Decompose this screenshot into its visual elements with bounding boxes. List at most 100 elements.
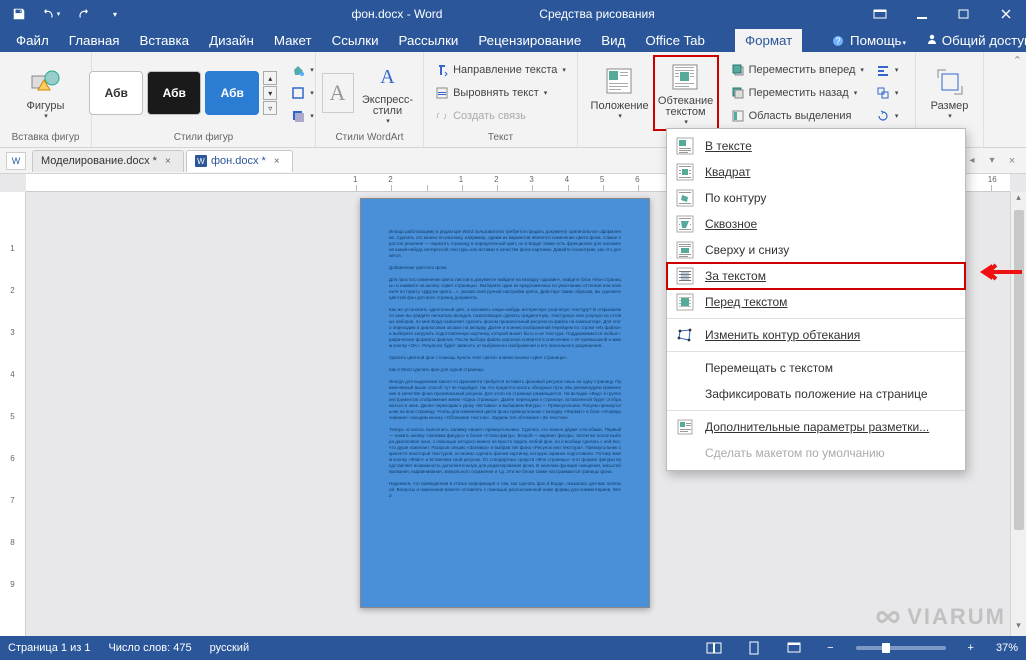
zoom-out-button[interactable]: − — [823, 642, 837, 654]
size-label: Размер — [931, 100, 969, 112]
tab-review[interactable]: Рецензирование — [468, 29, 591, 52]
contextual-title: Средства рисования — [517, 7, 677, 21]
group-button[interactable]: ▾ — [872, 82, 903, 104]
gallery-expand[interactable]: ▿ — [263, 101, 277, 115]
menu-behind-label: За текстом — [705, 269, 766, 283]
bring-forward-button[interactable]: Переместить вперед▾ — [727, 59, 868, 81]
maximize-button[interactable] — [944, 0, 984, 28]
menu-move-with-label: Перемещать с текстом — [705, 361, 945, 375]
shape-styles-gallery[interactable]: Абв Абв Абв ▴ ▾ ▿ — [89, 71, 277, 115]
shape-style-1[interactable]: Абв — [89, 71, 143, 115]
status-words[interactable]: Число слов: 475 — [108, 642, 191, 654]
front-icon — [675, 292, 695, 312]
document-tab-2-label: фон.docx * — [211, 155, 266, 167]
create-link-button[interactable]: Создать связь — [431, 105, 570, 127]
scroll-down-button[interactable]: ▾ — [1016, 620, 1021, 636]
zoom-value[interactable]: 37% — [996, 642, 1018, 654]
view-print-button[interactable] — [743, 639, 765, 657]
blank-icon-2 — [675, 443, 695, 463]
menu-item-move-with-text[interactable]: Перемещать с текстом — [667, 355, 965, 381]
menu-front-label: Перед текстом — [705, 295, 787, 309]
status-lang[interactable]: русский — [210, 642, 249, 654]
align-text-button[interactable]: Выровнять текст▾ — [431, 82, 570, 104]
tab-layout[interactable]: Макет — [264, 29, 322, 52]
menu-item-fix-position[interactable]: Зафиксировать положение на странице — [667, 381, 965, 407]
menu-item-square[interactable]: Квадрат — [667, 159, 965, 185]
position-button[interactable]: Положение▾ — [591, 58, 649, 128]
shape-outline-button[interactable]: ▾ — [287, 82, 318, 104]
vertical-scrollbar[interactable]: ▴ ▾ — [1010, 192, 1026, 636]
doctabs-prev[interactable]: ◂ — [964, 153, 980, 169]
doctabs-menu[interactable]: ▾ — [984, 153, 1000, 169]
selection-pane-button[interactable]: Область выделения — [727, 105, 868, 127]
close-button[interactable] — [986, 0, 1026, 28]
view-read-button[interactable] — [703, 639, 725, 657]
scroll-thumb[interactable] — [1014, 210, 1024, 530]
wrap-text-highlight: Обтекание текстом▾ — [653, 55, 719, 131]
zoom-slider[interactable] — [856, 646, 946, 650]
shape-effects-button[interactable]: ▾ — [287, 105, 318, 127]
share-label: Общий доступ — [942, 33, 1026, 48]
send-backward-button[interactable]: Переместить назад▾ — [727, 82, 868, 104]
shape-style-3[interactable]: Абв — [205, 71, 259, 115]
align-button[interactable]: ▾ — [872, 59, 903, 81]
wrap-text-button[interactable]: Обтекание текстом▾ — [657, 59, 715, 129]
menu-item-topbottom[interactable]: Сверху и снизу — [667, 237, 965, 263]
tab-view[interactable]: Вид — [591, 29, 635, 52]
title-bar: ▾ ▾ фон.docx - Word Средства рисования — [0, 0, 1026, 28]
menu-item-through[interactable]: Сквозное — [667, 211, 965, 237]
doc-app-icon[interactable]: W — [6, 152, 26, 170]
scroll-up-button[interactable]: ▴ — [1016, 192, 1021, 208]
menu-inline-label: В тексте — [705, 139, 752, 153]
menu-item-tight[interactable]: По контуру — [667, 185, 965, 211]
tab-format[interactable]: Формат — [735, 29, 802, 52]
undo-button[interactable]: ▾ — [38, 3, 64, 25]
share-button[interactable]: Общий доступ — [916, 29, 1026, 52]
tab-help[interactable]: ? Помощь▾ — [822, 29, 916, 52]
selection-pane-label: Область выделения — [749, 110, 852, 122]
zoom-in-button[interactable]: + — [964, 642, 978, 654]
menu-item-inline[interactable]: В тексте — [667, 133, 965, 159]
doc-tab-1-close[interactable]: × — [161, 154, 175, 168]
menu-item-more-layout[interactable]: Дополнительные параметры разметки... — [667, 414, 965, 440]
document-tab-2[interactable]: W фон.docx * × — [186, 150, 293, 172]
menu-item-set-default: Сделать макетом по умолчанию — [667, 440, 965, 466]
view-web-button[interactable] — [783, 639, 805, 657]
shape-fill-button[interactable]: ▾ — [287, 59, 318, 81]
size-button[interactable]: Размер▾ — [921, 58, 979, 128]
gallery-scroll-down[interactable]: ▾ — [263, 86, 277, 100]
shapes-gallery-button[interactable]: Фигуры▾ — [17, 58, 75, 128]
redo-button[interactable] — [70, 3, 96, 25]
menu-item-front[interactable]: Перед текстом — [667, 289, 965, 315]
tab-design[interactable]: Дизайн — [199, 29, 264, 52]
doctabs-close-all[interactable]: × — [1004, 153, 1020, 169]
document-tab-1[interactable]: Моделирование.docx * × — [32, 150, 184, 172]
minimize-button[interactable] — [902, 0, 942, 28]
tab-references[interactable]: Ссылки — [322, 29, 389, 52]
tab-help-label: Помощь — [850, 33, 901, 48]
tab-officetab[interactable]: Office Tab — [635, 29, 715, 52]
tab-mailings[interactable]: Рассылки — [389, 29, 469, 52]
page[interactable]: Иногда работающему в редакторе Word поль… — [360, 198, 650, 608]
rotate-button[interactable]: ▾ — [872, 105, 903, 127]
qat-customize-button[interactable]: ▾ — [102, 3, 128, 25]
tab-insert[interactable]: Вставка — [130, 29, 200, 52]
doc-tab-2-close[interactable]: × — [270, 154, 284, 168]
status-page[interactable]: Страница 1 из 1 — [8, 642, 90, 654]
save-button[interactable] — [6, 3, 32, 25]
position-icon — [604, 66, 636, 98]
tab-file[interactable]: Файл — [6, 29, 59, 52]
menu-item-edit-wrap-points[interactable]: Изменить контур обтекания — [667, 322, 965, 348]
gallery-scroll-up[interactable]: ▴ — [263, 71, 277, 85]
text-direction-button[interactable]: Направление текста▾ — [431, 59, 570, 81]
menu-square-label: Квадрат — [705, 165, 751, 179]
shape-style-2[interactable]: Абв — [147, 71, 201, 115]
wordart-sample[interactable]: A — [322, 73, 354, 113]
tab-home[interactable]: Главная — [59, 29, 130, 52]
collapse-ribbon-button[interactable]: ⌃ — [1013, 54, 1022, 67]
vertical-ruler[interactable]: 123456789 — [0, 192, 26, 636]
ribbon-display-button[interactable] — [860, 0, 900, 28]
menu-fix-pos-label: Зафиксировать положение на странице — [705, 387, 945, 401]
menu-item-behind[interactable]: За текстом — [667, 263, 965, 289]
wordart-quick-styles-button[interactable]: A Экспресс-стили▾ — [358, 58, 418, 128]
